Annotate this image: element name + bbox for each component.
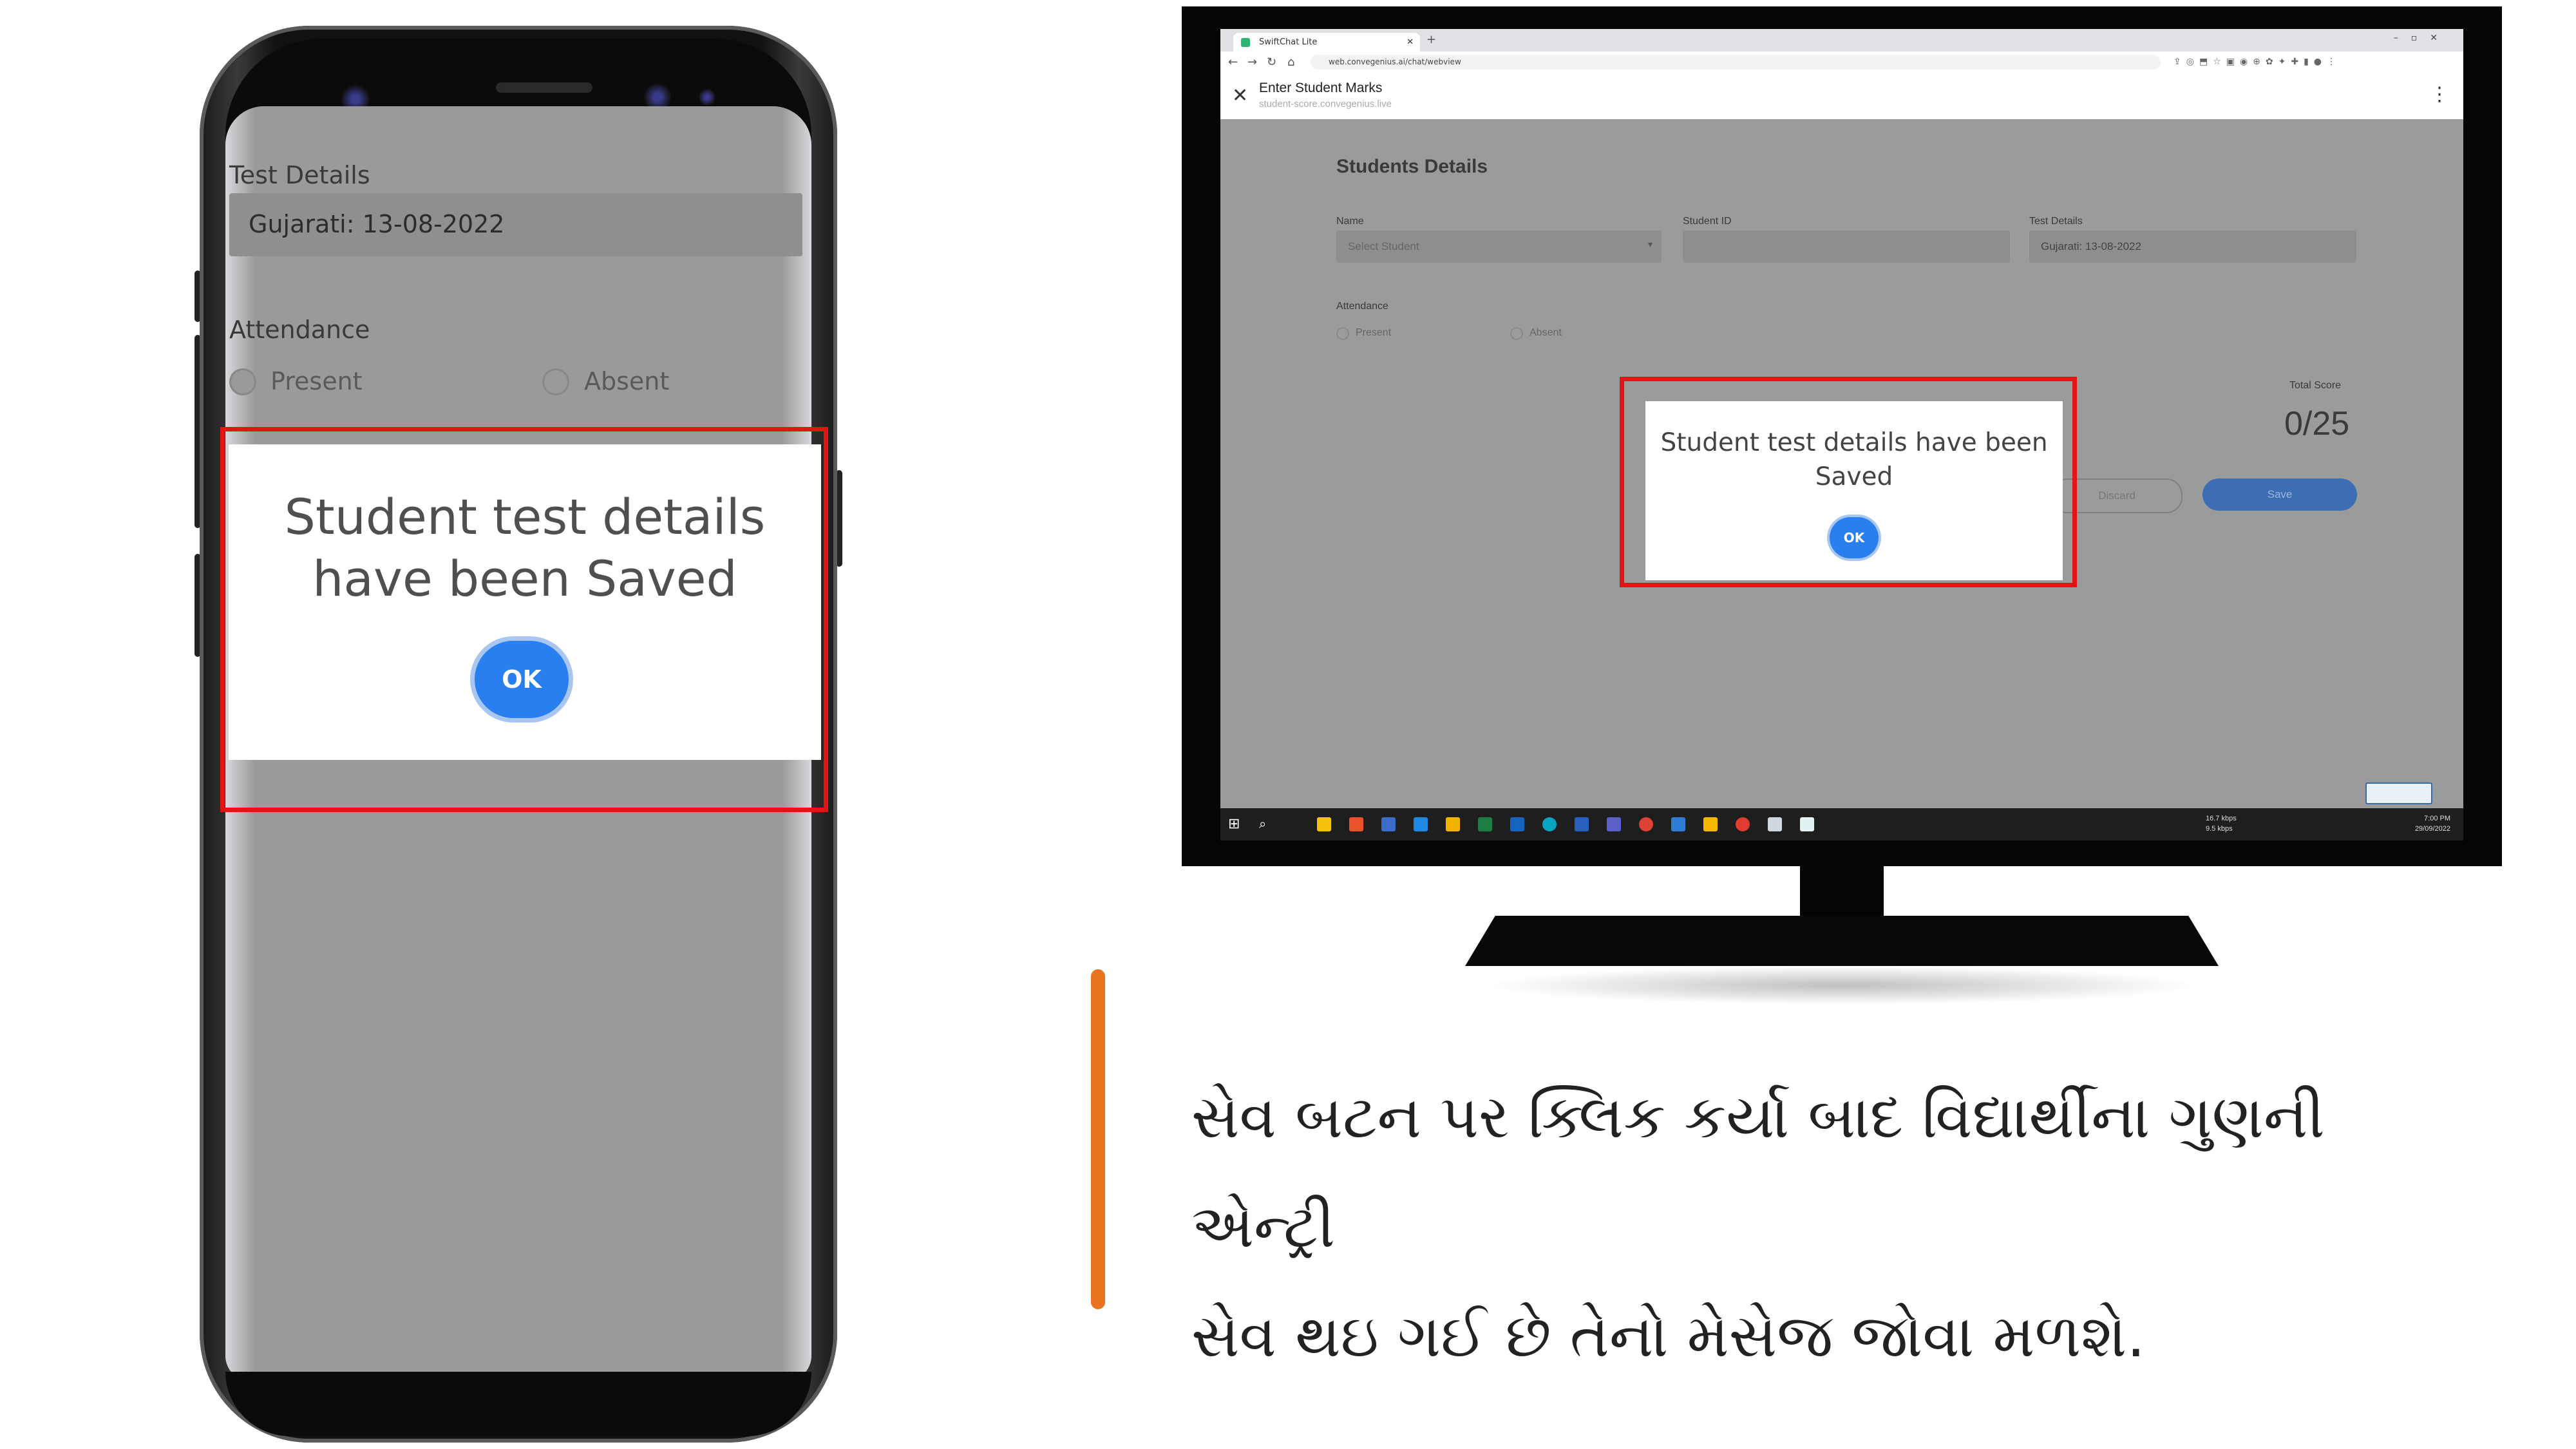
phone-test-details-label: Test Details — [229, 161, 370, 189]
tab-close-icon[interactable]: ✕ — [1406, 33, 1414, 52]
excel-icon[interactable] — [1478, 817, 1492, 831]
windows-taskbar: ⊞ ⌕ 16.7 kbps 9.5 kbps 7:00 PM 29/09/202… — [1220, 808, 2463, 840]
mail-icon[interactable] — [1414, 817, 1428, 831]
attendance-label: Attendance — [1336, 301, 1388, 312]
total-score-value: 0/25 — [2284, 405, 2350, 442]
phone-present-radio[interactable] — [229, 368, 256, 395]
home-icon[interactable]: ⌂ — [1287, 55, 1294, 69]
monitor-mockup: SwiftChat Lite ✕ + –▫✕ ← → ↻ ⌂ web.conve… — [1182, 6, 2502, 1024]
browser-tab-strip: SwiftChat Lite ✕ + –▫✕ — [1220, 29, 2463, 52]
monitor-highlight-box — [1620, 377, 2077, 587]
teams-icon[interactable] — [1607, 817, 1621, 831]
name-select-placeholder: Select Student — [1348, 240, 1419, 252]
phone-absent-radio[interactable] — [542, 368, 569, 395]
network-up: 16.7 kbps — [2206, 815, 2237, 822]
start-icon[interactable]: ⊞ — [1228, 816, 1240, 832]
forward-icon[interactable]: → — [1247, 55, 1257, 69]
name-select[interactable]: Select Student ▾ — [1336, 231, 1662, 263]
webview-subtitle: student-score.convegenius.live — [1259, 99, 1392, 109]
phone-attendance-label: Attendance — [229, 316, 370, 344]
firefox-icon[interactable] — [1349, 817, 1363, 831]
phone-present-label: Present — [270, 367, 363, 395]
word-icon[interactable] — [1575, 817, 1589, 831]
monitor-stand — [1465, 916, 2219, 966]
reload-icon[interactable]: ↻ — [1267, 55, 1276, 69]
caption-line-1: સેવ બટન પર ક્લિક કર્યા બાદ વિદ્યાર્થીના … — [1191, 1083, 2325, 1261]
phone-bottom-bezel — [225, 1372, 811, 1436]
app-icon-2[interactable] — [1671, 817, 1685, 831]
input-language-icon[interactable] — [2365, 782, 2432, 804]
student-id-field[interactable] — [1683, 231, 2010, 263]
app-icon-4[interactable] — [1768, 817, 1782, 831]
app-icon[interactable] — [1381, 817, 1396, 831]
save-button[interactable]: Save — [2202, 478, 2357, 511]
app-icon-3[interactable] — [1736, 817, 1750, 831]
absent-radio[interactable] — [1510, 327, 1523, 340]
window-controls-icon[interactable]: –▫✕ — [2394, 33, 2450, 43]
back-icon[interactable]: ← — [1228, 55, 1238, 69]
file-explorer-icon[interactable] — [1317, 817, 1331, 831]
network-down: 9.5 kbps — [2206, 825, 2233, 833]
outlook-icon[interactable] — [1510, 817, 1524, 831]
test-details-label: Test Details — [2029, 216, 2083, 227]
swiftchat-favicon-icon — [1241, 38, 1250, 47]
test-details-value: Gujarati: 13-08-2022 — [2041, 240, 2141, 252]
earpiece-speaker — [496, 82, 592, 93]
browser-toolbar: ← → ↻ ⌂ web.convegenius.ai/chat/webview … — [1220, 52, 2463, 73]
phone-highlight-box — [220, 427, 828, 812]
phone-test-details-value: Gujarati: 13-08-2022 — [249, 210, 505, 238]
network-speed: 16.7 kbps 9.5 kbps — [2206, 813, 2237, 834]
extensions-icon[interactable]: ⇪◎⬒☆▣◉⊕✿✦✚▮●⋮ — [2174, 57, 2341, 67]
new-tab-icon[interactable]: + — [1426, 33, 1436, 46]
present-radio[interactable] — [1336, 327, 1349, 340]
present-label: Present — [1356, 327, 1392, 338]
chrome-icon[interactable] — [1639, 817, 1653, 831]
caption-line-2: સેવ થઇ ગઈ છે તેનો મેસેજ જોવા મળશે. — [1191, 1302, 2146, 1370]
folder-icon[interactable] — [1446, 817, 1460, 831]
clock-time: 7:00 PM — [2424, 815, 2450, 822]
test-details-field: Gujarati: 13-08-2022 — [2029, 231, 2356, 263]
monitor-neck — [1800, 866, 1884, 918]
address-bar[interactable]: web.convegenius.ai/chat/webview — [1311, 55, 2161, 70]
monitor-shadow — [1484, 966, 2199, 1005]
absent-label: Absent — [1530, 327, 1562, 338]
chevron-down-icon: ▾ — [1647, 240, 1653, 250]
clock-date: 29/09/2022 — [2414, 825, 2450, 833]
close-icon[interactable]: ✕ — [1232, 84, 1248, 107]
search-icon[interactable]: ⌕ — [1259, 816, 1266, 831]
system-clock[interactable]: 7:00 PM 29/09/2022 — [2415, 813, 2450, 834]
iris-sensor-icon — [699, 89, 715, 106]
webview-header: ✕ Enter Student Marks student-score.conv… — [1220, 73, 2463, 119]
caption-text: સેવ બટન પર ક્લિક કર્યા બાદ વિદ્યાર્થીના … — [1191, 1063, 2479, 1391]
app-icon-5[interactable] — [1800, 817, 1814, 831]
browser-tab-title: SwiftChat Lite — [1259, 37, 1318, 47]
students-details-title: Students Details — [1336, 156, 1488, 177]
phone-test-details-field: Gujarati: 13-08-2022 — [229, 193, 802, 256]
phone-absent-label: Absent — [584, 367, 670, 395]
powerbi-icon[interactable] — [1703, 817, 1718, 831]
accent-bar — [1091, 969, 1105, 1309]
webview-title: Enter Student Marks — [1259, 80, 1383, 95]
more-options-icon[interactable]: ⋮ — [2430, 83, 2449, 106]
student-id-label: Student ID — [1683, 216, 1732, 227]
name-label: Name — [1336, 216, 1364, 227]
total-score-label: Total Score — [2289, 380, 2342, 391]
browser-tab[interactable]: SwiftChat Lite ✕ — [1233, 33, 1420, 52]
edge-icon[interactable] — [1542, 817, 1557, 831]
address-bar-url: web.convegenius.ai/chat/webview — [1329, 57, 1461, 66]
